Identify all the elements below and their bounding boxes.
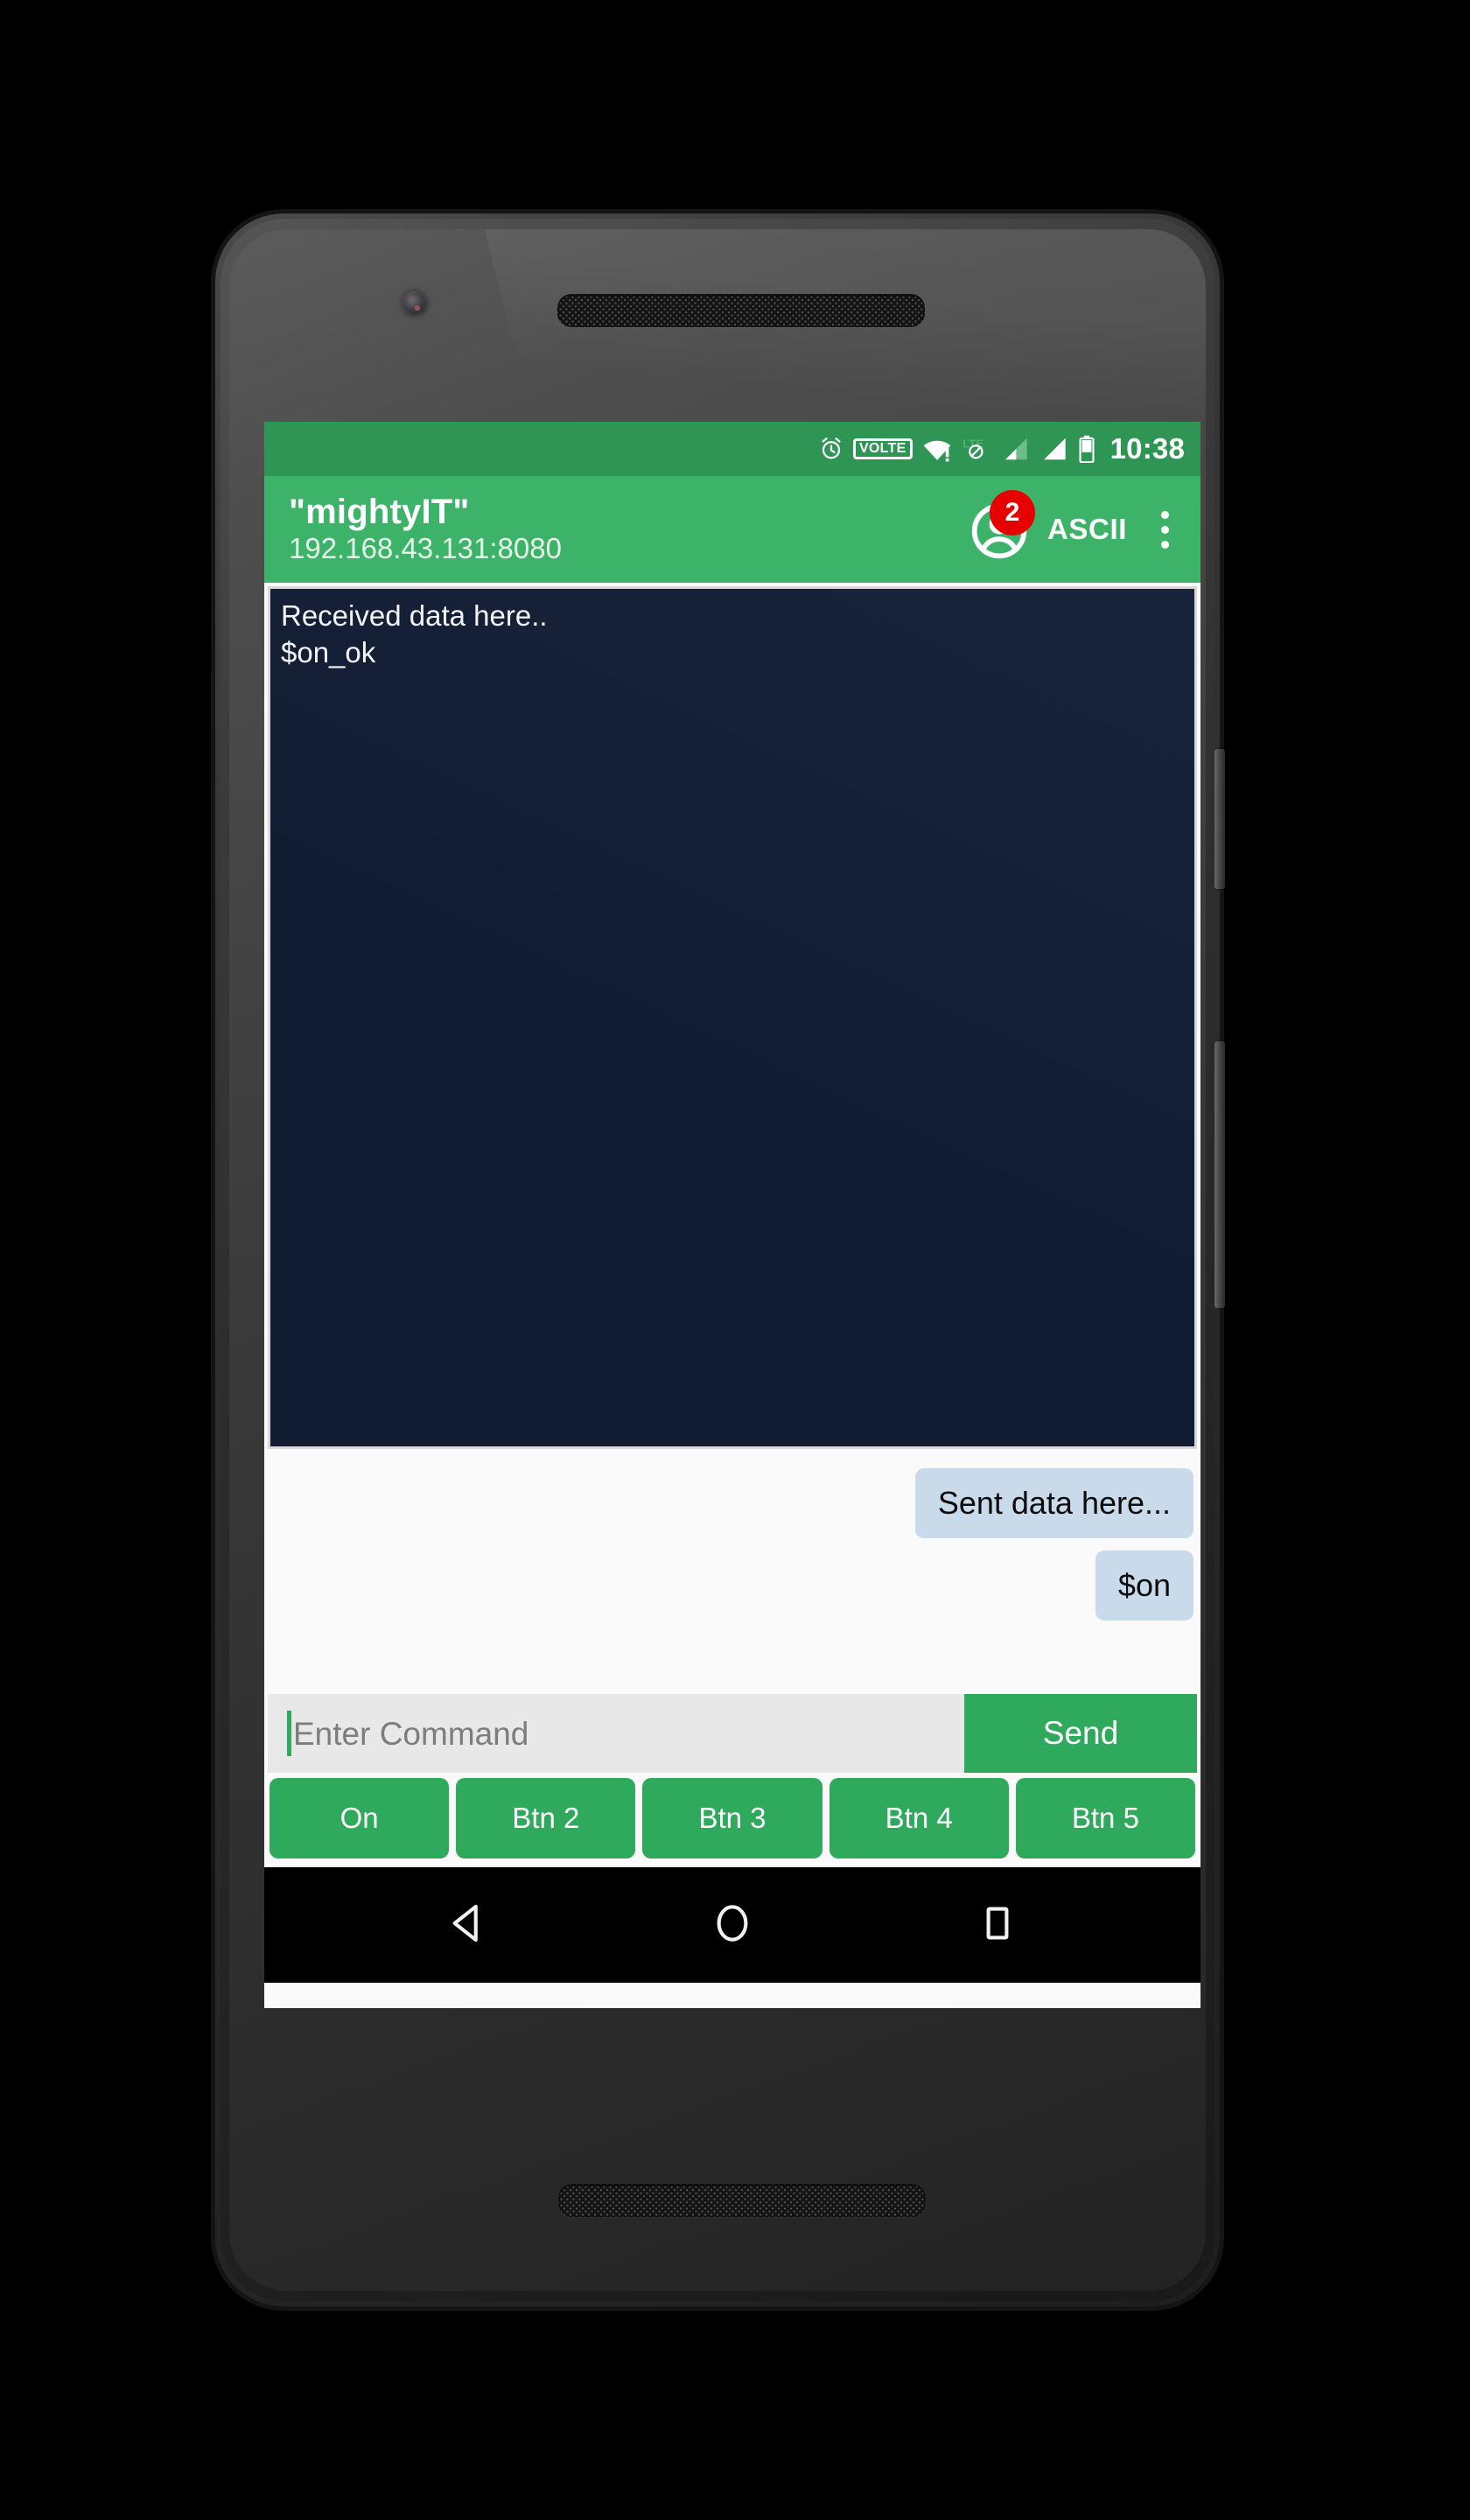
received-data-text: Received data here.. $on_ok [281, 599, 548, 669]
front-camera [402, 291, 427, 316]
status-bar-clock: 10:38 [1110, 432, 1185, 465]
page-subtitle: 192.168.43.131:8080 [289, 532, 562, 565]
quick-button-4[interactable]: Btn 4 [829, 1778, 1009, 1858]
back-button[interactable] [415, 1867, 520, 1983]
signal-two-icon [1039, 436, 1068, 462]
signal-one-icon [1000, 436, 1030, 462]
recents-button[interactable] [945, 1867, 1050, 1983]
android-navigation-bar [264, 1867, 1200, 1983]
battery-icon [1077, 435, 1096, 463]
quick-button-2[interactable]: Btn 2 [456, 1778, 636, 1858]
app-bar-title-block: "mightyIT" 192.168.43.131:8080 [289, 492, 967, 565]
text-caret [287, 1711, 291, 1756]
back-triangle-icon [444, 1900, 490, 1950]
status-bar: VOLTE LTE 10:38 [264, 422, 1200, 476]
received-data-panel[interactable]: Received data here.. $on_ok [268, 586, 1197, 1449]
sent-bubble: Sent data here... [914, 1468, 1194, 1538]
menu-dot [1160, 510, 1169, 519]
menu-dot [1160, 540, 1169, 549]
recents-square-icon [975, 1900, 1020, 1950]
sent-data-panel[interactable]: Sent data here... $on [264, 1449, 1200, 1694]
power-button[interactable] [1214, 749, 1225, 889]
volume-button[interactable] [1214, 1041, 1225, 1308]
bottom-speaker-grille [558, 2184, 926, 2217]
quick-command-button-row: On Btn 2 Btn 3 Btn 4 Btn 5 [264, 1773, 1200, 1867]
quick-button-1[interactable]: On [270, 1778, 450, 1858]
home-circle-icon [710, 1900, 755, 1950]
send-button[interactable]: Send [964, 1694, 1197, 1773]
command-input-placeholder: Enter Command [293, 1715, 529, 1752]
page-title: "mightyIT" [289, 492, 470, 531]
earpiece-speaker-grille [557, 294, 925, 327]
app-bar: "mightyIT" 192.168.43.131:8080 2 ASCII [264, 476, 1200, 583]
wifi-alert-icon [921, 436, 953, 462]
more-vert-icon[interactable] [1150, 510, 1183, 549]
quick-button-5[interactable]: Btn 5 [1015, 1778, 1196, 1858]
menu-dot [1160, 525, 1169, 534]
home-button[interactable] [680, 1867, 785, 1983]
lte-disabled-icon: LTE [962, 436, 991, 462]
encoding-mode-button[interactable]: ASCII [1047, 513, 1127, 546]
account-badge-count: 2 [989, 490, 1035, 536]
sent-bubble: $on [1095, 1550, 1194, 1620]
command-input-row: Enter Command Send [264, 1694, 1200, 1773]
volte-icon: VOLTE [852, 438, 913, 459]
account-button[interactable]: 2 [967, 490, 1035, 562]
quick-button-3[interactable]: Btn 3 [642, 1778, 822, 1858]
phone-screen: VOLTE LTE 10:38 "mightyIT" 192.168.43.13… [264, 422, 1200, 2008]
command-input[interactable]: Enter Command [268, 1694, 964, 1773]
alarm-icon [818, 436, 844, 462]
